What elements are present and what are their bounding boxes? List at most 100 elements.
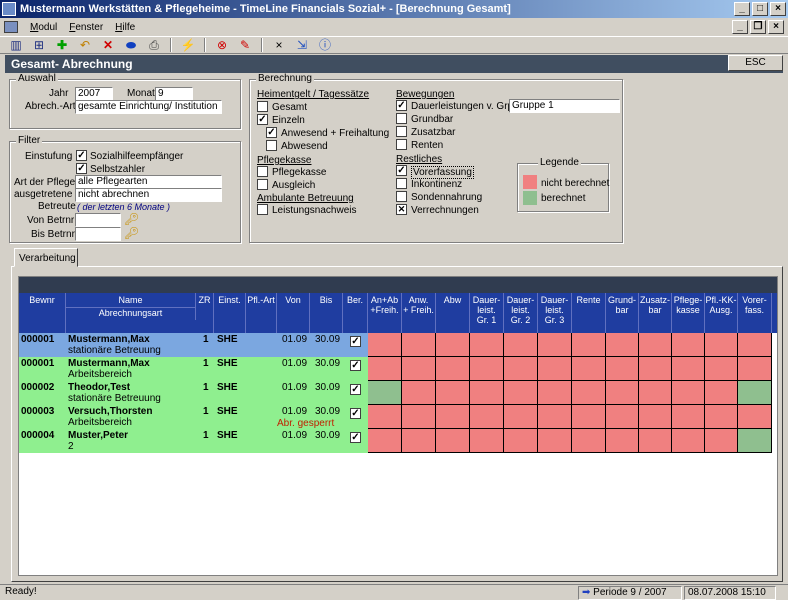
status-cell-nicht-berechnet[interactable] [672,333,705,357]
abwesend-checkbox[interactable] [266,140,277,151]
abrech-art-select[interactable]: gesamte Einrichtung/ Institution [75,100,222,114]
pflege-select[interactable]: alle Pflegearten [75,175,222,189]
status-cell-nicht-berechnet[interactable] [672,405,705,429]
header-ber[interactable]: Ber. [343,293,368,333]
header-bis[interactable]: Bis [310,293,343,333]
maximize-button[interactable]: □ [752,2,768,16]
jahr-input[interactable]: 2007 [75,87,113,101]
status-cell-nicht-berechnet[interactable] [470,333,504,357]
gruppe-select[interactable]: Gruppe 1 [509,99,620,113]
status-cell-berechnet[interactable] [368,381,402,405]
anwesend-freihaltung-checkbox[interactable] [266,127,277,138]
status-cell-nicht-berechnet[interactable] [368,333,402,357]
status-cell-nicht-berechnet[interactable] [402,381,436,405]
bis-betrnr-input[interactable] [75,227,121,241]
header-name[interactable]: Name [66,293,196,308]
table-row[interactable]: 000004 Muster,Peter 2 1 SHE 01.09 30.09 [19,429,777,454]
grundbar-checkbox[interactable] [396,113,407,124]
status-cell-nicht-berechnet[interactable] [402,357,436,381]
status-cell-nicht-berechnet[interactable] [470,357,504,381]
menu-fenster[interactable]: Fenster [63,22,109,33]
esc-button[interactable]: ESC [728,55,783,71]
status-cell-nicht-berechnet[interactable] [572,381,606,405]
ausgetretene-select[interactable]: nicht abrechnen [75,188,222,202]
pflegekasse-checkbox[interactable] [257,166,268,177]
ber-checkbox[interactable] [350,336,361,347]
status-cell-nicht-berechnet[interactable] [504,429,538,453]
gesamt-checkbox[interactable] [257,101,268,112]
minimize-button[interactable]: _ [734,2,750,16]
header-pfl-art[interactable]: Pfl.-Art [246,293,277,333]
lightning-icon[interactable]: ⚡ [178,38,198,52]
status-cell-nicht-berechnet[interactable] [672,381,705,405]
status-cell-nicht-berechnet[interactable] [436,429,470,453]
status-cell-nicht-berechnet[interactable] [368,429,402,453]
leistungsnachweis-checkbox[interactable] [257,204,268,215]
status-cell-nicht-berechnet[interactable] [705,333,738,357]
status-cell-nicht-berechnet[interactable] [538,405,572,429]
verrechnungen-checkbox[interactable] [396,204,407,215]
status-cell-nicht-berechnet[interactable] [504,357,538,381]
status-cell-nicht-berechnet[interactable] [368,405,402,429]
zusatzbar-checkbox[interactable] [396,126,407,137]
status-cell-nicht-berechnet[interactable] [672,429,705,453]
status-cell-nicht-berechnet[interactable] [705,429,738,453]
selbstzahler-checkbox[interactable] [76,163,87,174]
status-cell-nicht-berechnet[interactable] [538,381,572,405]
table-row[interactable]: 000001 Mustermann,Max Arbeitsbereich 1 SHE 01… [19,357,777,382]
menu-modul[interactable]: Modul [24,22,63,33]
status-cell-nicht-berechnet[interactable] [705,381,738,405]
status-cell-nicht-berechnet[interactable] [572,357,606,381]
status-cell-nicht-berechnet[interactable] [470,405,504,429]
header-col-11[interactable]: Vorer-fass. [738,293,772,333]
status-cell-nicht-berechnet[interactable] [470,429,504,453]
status-cell-nicht-berechnet[interactable] [705,357,738,381]
status-cell-nicht-berechnet[interactable] [705,405,738,429]
table-row[interactable]: 000003 Versuch,Thorsten Arbeitsbereich 1 SHE… [19,405,777,430]
header-col-8[interactable]: Zusatz-bar [639,293,672,333]
status-cell-nicht-berechnet[interactable] [436,381,470,405]
sozialhilfe-checkbox[interactable] [76,150,87,161]
tab-verarbeitung[interactable]: Verarbeitung [14,248,78,267]
header-col-5[interactable]: Dauer-leist. Gr. 3 [538,293,572,333]
renten-checkbox[interactable] [396,139,407,150]
header-col-6[interactable]: Rente [572,293,606,333]
status-cell-nicht-berechnet[interactable] [639,381,672,405]
status-cell-nicht-berechnet[interactable] [402,333,436,357]
status-cell-nicht-berechnet[interactable] [738,357,772,381]
ber-checkbox[interactable] [350,384,361,395]
header-einst[interactable]: Einst. [214,293,246,333]
mdi-close-button[interactable]: × [768,20,784,34]
status-cell-nicht-berechnet[interactable] [470,381,504,405]
vorerfassung-checkbox[interactable] [396,165,407,176]
header-col-2[interactable]: Abw [436,293,470,333]
add-icon[interactable]: ✚ [52,38,72,52]
status-cell-nicht-berechnet[interactable] [572,405,606,429]
status-cell-nicht-berechnet[interactable] [639,405,672,429]
status-cell-nicht-berechnet[interactable] [504,333,538,357]
export-icon[interactable]: ⇲ [292,38,312,52]
monat-input[interactable]: 9 [155,87,193,101]
print-icon[interactable]: ⎙ [144,38,164,52]
header-col-7[interactable]: Grund-bar [606,293,639,333]
status-cell-nicht-berechnet[interactable] [538,333,572,357]
dauerleistungen-checkbox[interactable] [396,100,407,111]
status-cell-berechnet[interactable] [738,381,772,405]
inkontinenz-checkbox[interactable] [396,178,407,189]
header-col-0[interactable]: An+Ab +Freih. [368,293,402,333]
status-cell-nicht-berechnet[interactable] [436,357,470,381]
status-cell-nicht-berechnet[interactable] [738,405,772,429]
status-cell-nicht-berechnet[interactable] [538,357,572,381]
status-cell-nicht-berechnet[interactable] [504,381,538,405]
status-cell-berechnet[interactable] [738,429,772,453]
stop-icon[interactable]: ⊗ [212,38,232,52]
document-icon[interactable] [4,21,18,33]
status-cell-nicht-berechnet[interactable] [368,357,402,381]
ausgleich-checkbox[interactable] [257,179,268,190]
status-cell-nicht-berechnet[interactable] [606,333,639,357]
header-col-1[interactable]: Anw. + Freih. [402,293,436,333]
status-cell-nicht-berechnet[interactable] [402,429,436,453]
status-cell-nicht-berechnet[interactable] [672,357,705,381]
status-cell-nicht-berechnet[interactable] [436,405,470,429]
edit-icon[interactable]: ✎ [235,38,255,52]
